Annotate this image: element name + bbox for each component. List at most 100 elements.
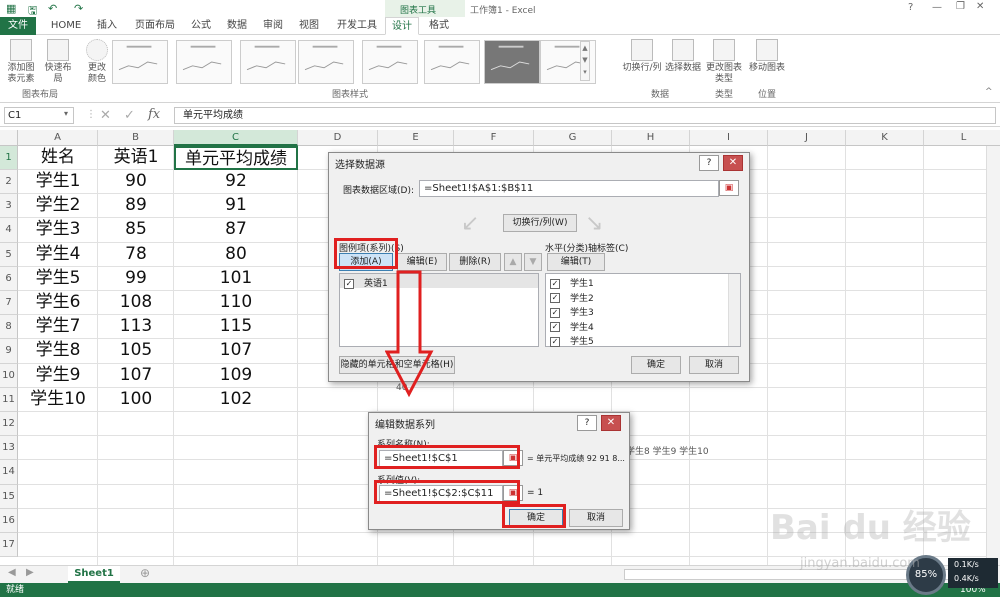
tab-insert[interactable]: 插入 — [92, 17, 122, 35]
move-up-button[interactable]: ▲ — [504, 253, 522, 271]
row-header[interactable]: 7 — [0, 291, 18, 316]
select-data-button[interactable]: 选择数据 — [664, 39, 702, 74]
column-header[interactable]: D — [298, 130, 378, 146]
row-header[interactable]: 5 — [0, 242, 18, 267]
table-cell[interactable]: 学生1 — [18, 170, 98, 194]
tab-design[interactable]: 设计 — [385, 17, 419, 35]
list-item[interactable]: ✓ 学生2 — [550, 291, 594, 304]
row-header[interactable]: 11 — [0, 387, 18, 412]
table-cell[interactable]: 学生6 — [18, 291, 98, 315]
edit-axis-labels-button[interactable]: 编辑(T) — [547, 253, 605, 271]
chart-range-field[interactable]: =Sheet1!$A$1:$B$11 — [419, 180, 719, 197]
table-cell[interactable]: 107 — [174, 339, 298, 363]
edit-dialog-close-button[interactable]: ✕ — [601, 415, 621, 431]
ok-button[interactable]: 确定 — [631, 356, 681, 374]
column-header[interactable]: J — [768, 130, 846, 146]
dialog-close-button[interactable]: ✕ — [723, 155, 743, 171]
table-cell[interactable]: 89 — [98, 194, 174, 218]
table-cell[interactable]: 91 — [174, 194, 298, 218]
gallery-scroll[interactable]: ▲ ▼ ▾ — [580, 41, 590, 81]
minimize-icon[interactable]: — — [932, 2, 942, 13]
prev-sheet-icon[interactable]: ◀ — [8, 567, 16, 578]
column-header[interactable]: K — [846, 130, 924, 146]
table-cell[interactable]: 92 — [174, 170, 298, 194]
column-header[interactable]: I — [690, 130, 768, 146]
column-header[interactable]: G — [534, 130, 612, 146]
series-name-field[interactable]: =Sheet1!$C$1 — [379, 450, 503, 467]
table-cell[interactable]: 90 — [98, 170, 174, 194]
tab-developer[interactable]: 开发工具 — [332, 17, 382, 35]
edit-series-button[interactable]: 编辑(E) — [397, 253, 447, 271]
row-header[interactable]: 13 — [0, 436, 18, 461]
row-header[interactable]: 6 — [0, 266, 18, 291]
chart-style-thumb[interactable] — [176, 40, 232, 84]
table-cell[interactable]: 80 — [174, 243, 298, 267]
insert-function-button[interactable]: fx — [148, 107, 160, 122]
edit-cancel-button[interactable]: 取消 — [569, 509, 623, 527]
checkbox[interactable]: ✓ — [550, 322, 560, 332]
row-header[interactable]: 17 — [0, 533, 18, 558]
table-cell[interactable]: 110 — [174, 291, 298, 315]
remove-series-button[interactable]: 删除(R) — [449, 253, 501, 271]
list-item[interactable]: ✓ 学生5 — [550, 334, 594, 347]
row-header[interactable]: 9 — [0, 339, 18, 364]
chart-style-thumb[interactable] — [362, 40, 418, 84]
name-collapse-icon[interactable]: ▣ — [503, 450, 523, 466]
undo-icon[interactable]: ↶ — [48, 2, 57, 15]
redo-icon[interactable]: ↷ — [74, 2, 83, 15]
row-header[interactable]: 2 — [0, 170, 18, 195]
table-cell[interactable]: 107 — [98, 364, 174, 388]
table-cell[interactable]: 113 — [98, 315, 174, 339]
switch-row-column-dialog-button[interactable]: 切换行/列(W) — [503, 214, 577, 232]
table-cell[interactable]: 学生3 — [18, 218, 98, 242]
chart-style-thumb[interactable] — [112, 40, 168, 84]
formula-input[interactable]: 单元平均成绩 — [174, 107, 996, 124]
cancel-button[interactable]: 取消 — [689, 356, 739, 374]
table-cell[interactable]: 102 — [174, 388, 298, 412]
help-button[interactable]: ? — [908, 2, 913, 13]
close-icon[interactable]: ✕ — [976, 1, 984, 12]
row-header[interactable]: 3 — [0, 194, 18, 219]
list-item[interactable]: ✓ 学生3 — [550, 305, 594, 318]
row-header[interactable]: 10 — [0, 363, 18, 388]
add-series-button[interactable]: 添加(A) — [339, 253, 393, 271]
chart-style-thumb[interactable] — [424, 40, 480, 84]
table-cell[interactable]: 姓名 — [18, 146, 98, 170]
collapse-ribbon-icon[interactable]: ^ — [985, 87, 993, 97]
list-item[interactable]: ✓ 英语1 — [344, 276, 388, 289]
table-cell[interactable]: 101 — [174, 267, 298, 291]
list-item[interactable]: ✓ 学生1 — [550, 276, 594, 289]
vertical-scrollbar[interactable] — [986, 146, 1000, 565]
chart-style-thumb[interactable] — [298, 40, 354, 84]
sheet-tab-sheet1[interactable]: Sheet1 — [68, 566, 120, 583]
column-header[interactable]: B — [98, 130, 174, 146]
row-header[interactable]: 4 — [0, 218, 18, 243]
row-header[interactable]: 8 — [0, 315, 18, 340]
table-cell[interactable]: 英语1 — [98, 146, 174, 170]
dialog-help-button[interactable]: ? — [699, 155, 719, 171]
column-header[interactable]: H — [612, 130, 690, 146]
series-values-field[interactable]: =Sheet1!$C$2:$C$11 — [379, 485, 503, 502]
table-cell[interactable]: 105 — [98, 339, 174, 363]
table-cell[interactable]: 单元平均成绩 — [174, 146, 298, 170]
list-item[interactable]: ✓ 学生4 — [550, 320, 594, 333]
table-cell[interactable]: 115 — [174, 315, 298, 339]
edit-ok-button[interactable]: 确定 — [509, 509, 563, 527]
change-chart-type-button[interactable]: 更改图表类型 — [706, 39, 742, 85]
select-all-corner[interactable] — [0, 130, 18, 146]
tab-view[interactable]: 视图 — [294, 17, 324, 35]
namebox-dropdown-icon[interactable]: ▾ — [64, 109, 68, 118]
tab-format[interactable]: 格式 — [422, 17, 456, 35]
column-header[interactable]: E — [378, 130, 454, 146]
row-header[interactable]: 16 — [0, 508, 18, 533]
values-collapse-icon[interactable]: ▣ — [503, 485, 523, 501]
add-chart-element-button[interactable]: 添加图表元素 — [4, 39, 38, 85]
row-header[interactable]: 12 — [0, 412, 18, 437]
range-collapse-icon[interactable]: ▣ — [719, 180, 739, 196]
chart-style-thumb[interactable] — [484, 40, 540, 84]
next-sheet-icon[interactable]: ▶ — [26, 567, 34, 578]
checkbox[interactable]: ✓ — [550, 293, 560, 303]
tab-file[interactable]: 文件 — [0, 17, 36, 35]
checkbox[interactable]: ✓ — [344, 278, 354, 289]
row-header[interactable]: 15 — [0, 484, 18, 509]
